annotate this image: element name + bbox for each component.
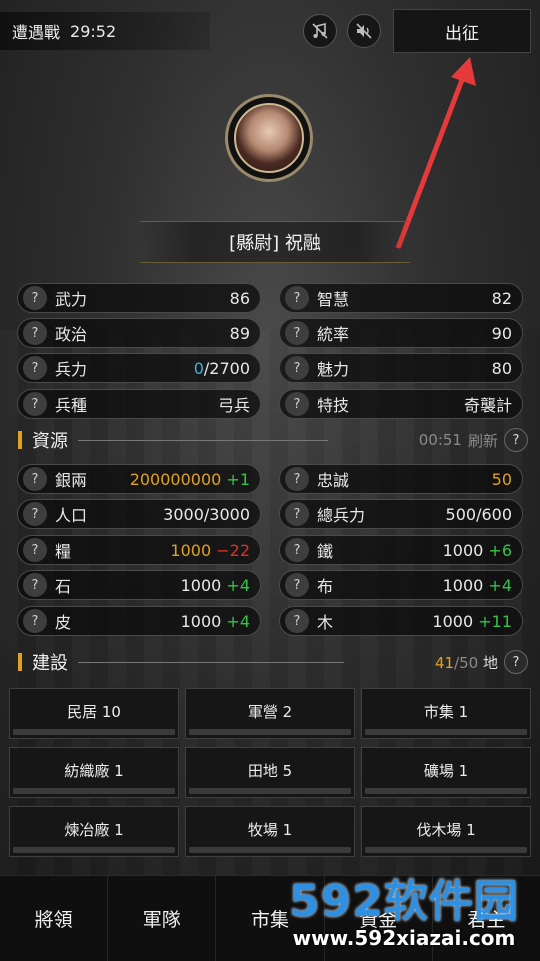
res-iron: ? 鐵 1000 +6	[279, 535, 523, 565]
help-icon[interactable]: ?	[285, 573, 309, 597]
res-total-troops: ? 總兵力 500/600	[279, 499, 523, 529]
building-housing[interactable]: 民居 10	[9, 688, 179, 739]
res-leather: ? 皮 1000 +4	[17, 606, 261, 636]
stat-troops: ? 兵力 0/2700	[17, 353, 261, 383]
stat-skill: ? 特技 奇襲計	[279, 389, 523, 419]
building-market[interactable]: 市集 1	[361, 688, 531, 739]
res-population: ? 人口 3000/3000	[17, 499, 261, 529]
help-icon[interactable]: ?	[285, 538, 309, 562]
building-pasture[interactable]: 牧場 1	[185, 806, 355, 857]
res-food: ? 糧 1000 −22	[17, 535, 261, 565]
res-wood: ? 木 1000 +11	[279, 606, 523, 636]
help-icon[interactable]: ?	[23, 321, 47, 345]
help-icon[interactable]: ?	[23, 609, 47, 633]
stat-unit-type: ? 兵種 弓兵	[17, 389, 261, 419]
sound-toggle-button[interactable]	[347, 14, 381, 48]
battle-status: 遭遇戰 29:52	[0, 12, 210, 50]
stat-wisdom: ? 智慧 82	[279, 283, 523, 313]
help-icon[interactable]: ?	[23, 467, 47, 491]
nav-market[interactable]: 市集	[216, 876, 325, 961]
help-icon[interactable]: ?	[23, 286, 47, 310]
section-marker	[18, 653, 22, 671]
building-farmland[interactable]: 田地 5	[185, 747, 355, 798]
help-icon[interactable]: ?	[23, 502, 47, 526]
portrait-icon	[234, 103, 304, 173]
help-icon[interactable]: ?	[504, 428, 528, 452]
building-mine[interactable]: 礦場 1	[361, 747, 531, 798]
building-textile[interactable]: 紡織廠 1	[9, 747, 179, 798]
help-icon[interactable]: ?	[285, 609, 309, 633]
building-barracks[interactable]: 軍營 2	[185, 688, 355, 739]
divider	[78, 661, 344, 663]
section-marker	[18, 431, 22, 449]
stat-command: ? 統率 90	[279, 318, 523, 348]
res-loyalty: ? 忠誠 50	[279, 464, 523, 494]
help-icon[interactable]: ?	[285, 356, 309, 380]
help-icon[interactable]: ?	[23, 392, 47, 416]
help-icon[interactable]: ?	[285, 286, 309, 310]
hero-name: [縣尉] 祝融	[140, 221, 410, 263]
hero-avatar[interactable]	[225, 94, 313, 182]
stat-politics: ? 政治 89	[17, 318, 261, 348]
help-icon[interactable]: ?	[285, 467, 309, 491]
help-icon[interactable]: ?	[23, 538, 47, 562]
nav-lord[interactable]: 君主	[433, 876, 540, 961]
sound-off-icon	[356, 23, 372, 39]
resources-header: 資源 00:51 刷新 ?	[18, 427, 528, 453]
help-icon[interactable]: ?	[285, 392, 309, 416]
refresh-label: 刷新	[467, 431, 498, 450]
res-silver: ? 銀兩 200000000 +1	[17, 464, 261, 494]
music-toggle-button[interactable]	[303, 14, 337, 48]
deploy-button[interactable]: 出征	[393, 9, 531, 53]
divider	[78, 439, 328, 441]
timer: 29:52	[70, 21, 117, 41]
nav-generals[interactable]: 將領	[0, 876, 109, 961]
refresh-timer: 00:51	[418, 431, 462, 449]
help-icon[interactable]: ?	[285, 321, 309, 345]
res-stone: ? 石 1000 +4	[17, 570, 261, 600]
nav-army[interactable]: 軍隊	[108, 876, 217, 961]
mode-label: 遭遇戰	[12, 23, 61, 42]
music-off-icon	[312, 22, 328, 39]
building-smelter[interactable]: 煉冶廠 1	[9, 806, 179, 857]
build-header: 建設 41/50 地 ?	[18, 649, 528, 675]
help-icon[interactable]: ?	[23, 356, 47, 380]
stat-charisma: ? 魅力 80	[279, 353, 523, 383]
stat-force: ? 武力 86	[17, 283, 261, 313]
help-icon[interactable]: ?	[285, 502, 309, 526]
bottom-nav: 將領 軍隊 市集 資金 君主	[0, 875, 540, 961]
res-cloth: ? 布 1000 +4	[279, 570, 523, 600]
help-icon[interactable]: ?	[504, 650, 528, 674]
nav-funds[interactable]: 資金	[325, 876, 433, 961]
help-icon[interactable]: ?	[23, 573, 47, 597]
building-lumberyard[interactable]: 伐木場 1	[361, 806, 531, 857]
land-usage: 41/50 地	[434, 653, 498, 672]
